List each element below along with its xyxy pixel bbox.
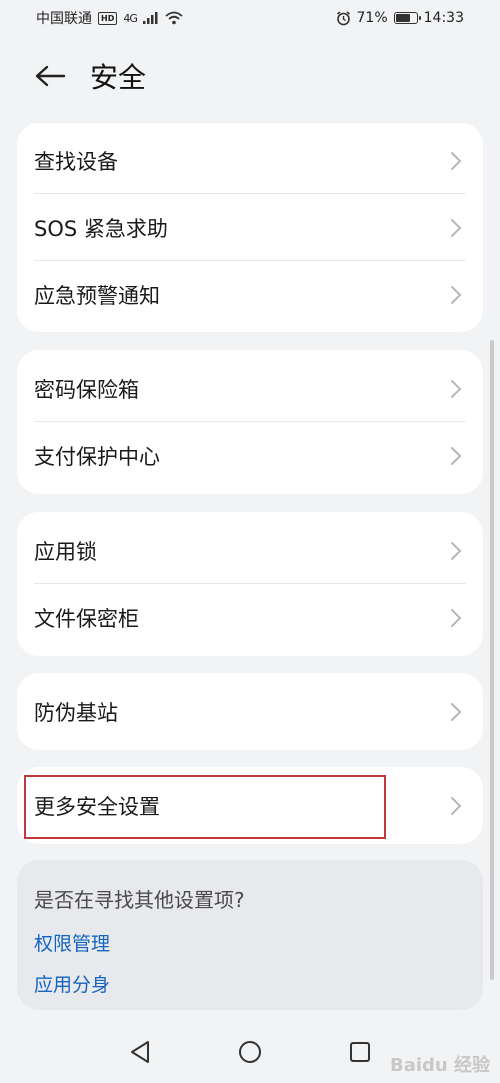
- wifi-icon: [165, 11, 183, 25]
- chevron-right-icon: [451, 151, 462, 170]
- settings-item-label: 应用锁: [34, 539, 97, 564]
- nav-recents-icon[interactable]: [344, 1036, 376, 1068]
- chevron-right-icon: [451, 541, 462, 560]
- page-header: 安全: [0, 48, 500, 104]
- battery-percent: 71%: [356, 10, 388, 26]
- suggestion-link-permissions[interactable]: 权限管理: [34, 929, 466, 956]
- settings-item-more-security[interactable]: 更多安全设置: [17, 772, 483, 839]
- network-type: 4G: [123, 11, 137, 25]
- chevron-right-icon: [451, 285, 462, 304]
- settings-item-label: 查找设备: [34, 149, 118, 174]
- settings-item-label: 应急预警通知: [34, 283, 160, 308]
- settings-item-label: SOS 紧急求助: [34, 216, 168, 241]
- settings-group-find: 查找设备 SOS 紧急求助 应急预警通知: [17, 123, 483, 332]
- settings-item-label: 防伪基站: [34, 700, 118, 725]
- settings-group-pseudo-base-station: 防伪基站: [17, 673, 483, 750]
- settings-item-find-device[interactable]: 查找设备: [17, 127, 483, 194]
- status-bar: 中国联通 HD 4G 71% 14:33: [0, 0, 500, 36]
- settings-item-app-lock[interactable]: 应用锁: [17, 517, 483, 584]
- settings-item-file-safe[interactable]: 文件保密柜: [17, 584, 483, 651]
- baidu-watermark: Baidu 经验: [389, 1055, 490, 1076]
- settings-group-lock: 应用锁 文件保密柜: [17, 512, 483, 656]
- nav-back-icon[interactable]: [124, 1036, 156, 1068]
- settings-item-label: 更多安全设置: [34, 794, 160, 819]
- settings-group-more: 更多安全设置: [17, 767, 483, 844]
- page-title: 安全: [90, 61, 147, 94]
- suggestions-title: 是否在寻找其他设置项?: [34, 888, 245, 912]
- settings-item-label: 文件保密柜: [34, 606, 139, 631]
- settings-item-sos[interactable]: SOS 紧急求助: [17, 194, 483, 261]
- back-arrow-icon[interactable]: [34, 60, 66, 92]
- settings-item-pseudo-base-station[interactable]: 防伪基站: [17, 678, 483, 745]
- carrier-label: 中国联通: [36, 11, 92, 27]
- status-right: 71% 14:33: [336, 10, 464, 26]
- chevron-right-icon: [451, 796, 462, 815]
- settings-item-label: 支付保护中心: [34, 444, 160, 469]
- settings-group-vault: 密码保险箱 支付保护中心: [17, 350, 483, 494]
- chevron-right-icon: [451, 218, 462, 237]
- chevron-right-icon: [451, 379, 462, 398]
- chevron-right-icon: [451, 446, 462, 465]
- scrollbar[interactable]: [490, 340, 494, 980]
- nav-home-icon[interactable]: [234, 1036, 266, 1068]
- settings-item-emergency-alerts[interactable]: 应急预警通知: [17, 261, 483, 328]
- battery-icon: [393, 12, 421, 24]
- suggestion-link-app-twin[interactable]: 应用分身: [34, 970, 466, 997]
- alarm-icon: [336, 10, 350, 25]
- settings-item-payment-protection[interactable]: 支付保护中心: [17, 422, 483, 489]
- suggestions-card: 是否在寻找其他设置项? 权限管理 应用分身: [17, 860, 483, 1010]
- hd-badge: HD: [98, 11, 118, 25]
- signal-icon: [142, 12, 158, 24]
- clock: 14:33: [423, 10, 464, 26]
- settings-item-password-vault[interactable]: 密码保险箱: [17, 355, 483, 422]
- chevron-right-icon: [451, 608, 462, 627]
- chevron-right-icon: [451, 702, 462, 721]
- status-left: 中国联通 HD 4G: [36, 8, 183, 28]
- settings-item-label: 密码保险箱: [34, 377, 139, 402]
